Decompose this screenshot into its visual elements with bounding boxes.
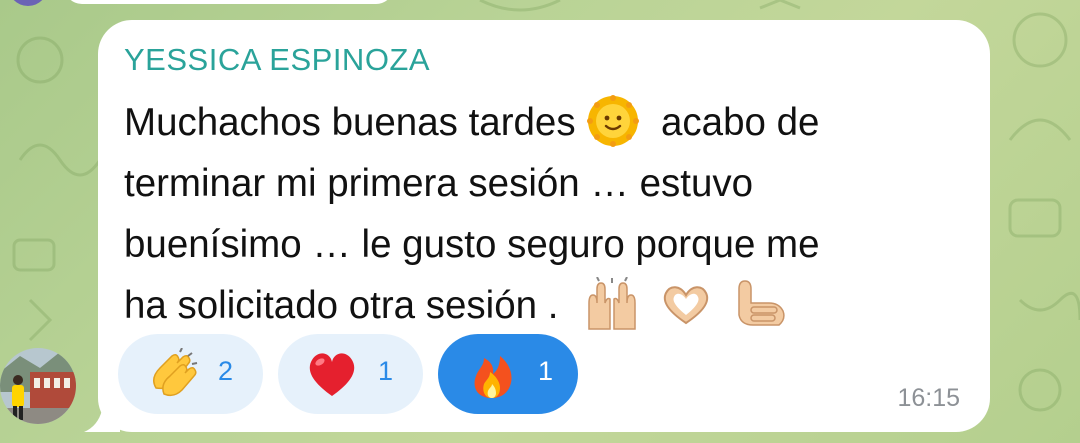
call-me-hand-emoji — [737, 280, 785, 326]
message-line-1: Muchachos buenas tardes acabo de — [124, 92, 974, 153]
message-text-segment: ha solicitado otra sesión . — [124, 284, 559, 327]
heart-hands-emoji — [663, 286, 708, 325]
message-time: 16:15 — [897, 384, 960, 412]
message-line-2: terminar mi primera sesión … estuvo — [124, 162, 754, 205]
sun-with-face-emoji — [587, 94, 640, 147]
sender-name[interactable]: YESSICA ESPINOZA — [124, 42, 430, 78]
reaction-clap[interactable]: 2 — [118, 334, 263, 414]
previous-message-bubble — [64, 0, 394, 4]
reaction-fire[interactable]: 1 — [438, 334, 578, 414]
sender-avatar[interactable] — [0, 332, 76, 440]
message-line-4: ha solicitado otra sesión . — [124, 275, 974, 336]
message-text-segment: Muchachos buenas tardes — [124, 101, 576, 144]
fire-icon — [474, 356, 512, 398]
message-bubble[interactable]: YESSICA ESPINOZA Muchachos buenas tardes — [98, 20, 990, 432]
reaction-count: 1 — [538, 356, 554, 386]
message-text: Muchachos buenas tardes acabo de termina… — [124, 92, 974, 336]
reaction-count: 2 — [218, 356, 234, 386]
message-text-segment: acabo de — [661, 101, 820, 144]
red-heart-icon — [309, 353, 355, 396]
clapping-hands-icon — [153, 348, 198, 397]
reaction-count: 1 — [378, 356, 394, 386]
raising-hands-emoji — [588, 276, 636, 330]
message-line-3: buenísimo … le gusto seguro porque me — [124, 223, 820, 266]
reaction-heart[interactable]: 1 — [278, 334, 423, 414]
